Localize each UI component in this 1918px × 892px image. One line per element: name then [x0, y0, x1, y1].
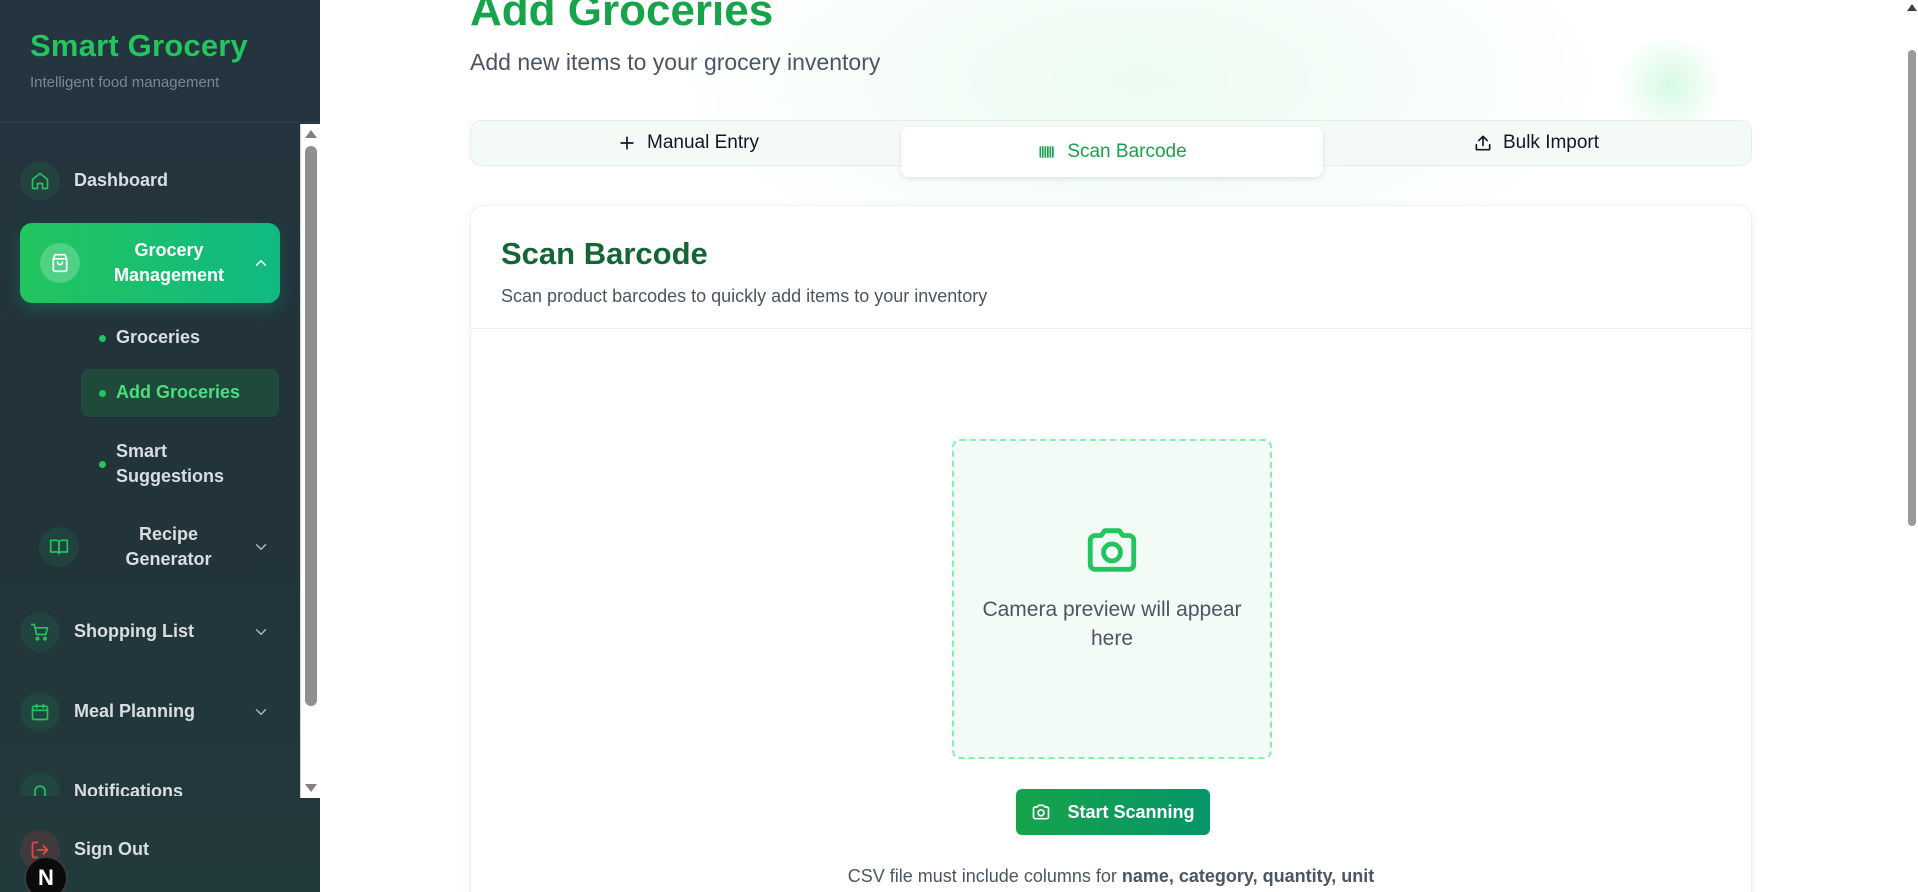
bullet-dot [99, 460, 106, 468]
scroll-down-arrow-icon[interactable] [305, 784, 317, 792]
chevron-up-icon[interactable] [252, 254, 270, 272]
sign-out-label: Sign Out [74, 839, 149, 860]
camera-preview: Camera preview will appear here [952, 439, 1272, 759]
brand: Smart Grocery Intelligent food managemen… [30, 28, 248, 91]
sidebar-scrollbar[interactable] [300, 124, 320, 798]
tab-scan-barcode[interactable]: Scan Barcode [901, 127, 1323, 177]
bell-icon [20, 772, 60, 796]
entry-tabs: Manual Entry Scan Barcode Bulk Import [470, 120, 1752, 177]
sidebar-subitem-add-groceries[interactable]: Add Groceries [81, 369, 279, 417]
divider [0, 122, 320, 123]
cart-icon [20, 612, 60, 652]
scroll-up-arrow-icon[interactable] [1907, 4, 1917, 11]
nextjs-badge-icon[interactable]: N [24, 856, 68, 892]
csv-note: CSV file must include columns for name, … [471, 866, 1751, 887]
chevron-down-icon[interactable] [252, 703, 270, 721]
upload-icon [1475, 135, 1491, 151]
shopping-bag-icon [40, 243, 80, 283]
sidebar-item-label: Notifications [74, 781, 184, 796]
sidebar-item-label: Recipe Generator [125, 523, 212, 569]
sidebar-item-label: Meal Planning [74, 701, 196, 722]
plus-icon [620, 136, 634, 150]
card-title: Scan Barcode [501, 236, 708, 271]
sidebar-item-meal-planning[interactable]: Meal Planning [20, 685, 280, 739]
sidebar-subitem-label: Smart Suggestions [116, 440, 225, 486]
sidebar-item-label: Grocery Management [113, 239, 225, 285]
sidebar-item-label: Dashboard [74, 170, 169, 191]
camera-icon [1087, 527, 1137, 572]
book-icon [39, 527, 79, 567]
camera-icon [1033, 804, 1050, 820]
sidebar-subitem-groceries[interactable]: Groceries [81, 314, 279, 362]
brand-title[interactable]: Smart Grocery [30, 28, 248, 64]
page-title: Add Groceries [470, 0, 774, 35]
tab-label: Bulk Import [1502, 132, 1600, 153]
sidebar-item-recipe-generator[interactable]: Recipe Generator [20, 507, 280, 587]
chevron-down-icon[interactable] [252, 538, 270, 556]
sidebar-item-label: Shopping List [74, 621, 194, 642]
main-scrollbar[interactable] [1906, 0, 1918, 892]
main-content: Add Groceries Add new items to your groc… [320, 0, 1918, 892]
sidebar: Smart Grocery Intelligent food managemen… [0, 0, 320, 892]
scroll-up-arrow-icon[interactable] [305, 130, 317, 138]
sidebar-subitem-label: Add Groceries [116, 382, 241, 403]
tab-bulk-import[interactable]: Bulk Import [1325, 121, 1747, 165]
barcode-icon [1039, 146, 1054, 158]
sidebar-item-shopping-list[interactable]: Shopping List [20, 605, 280, 659]
sidebar-nav: Dashboard Grocery Management Groceries A… [0, 124, 300, 796]
tab-label: Manual Entry [647, 132, 759, 153]
decorative-glow [1610, 40, 1730, 130]
tab-label: Scan Barcode [1067, 141, 1187, 162]
scan-barcode-card: Scan Barcode Scan product barcodes to qu… [470, 205, 1752, 892]
sidebar-item-grocery-management[interactable]: Grocery Management [20, 223, 280, 303]
brand-subtitle: Intelligent food management [30, 74, 220, 91]
start-scanning-label: Start Scanning [1067, 801, 1195, 822]
start-scanning-button[interactable]: Start Scanning [1016, 789, 1210, 835]
divider [471, 328, 1751, 329]
camera-preview-text: Camera preview will appear here [982, 597, 1242, 650]
card-subtitle: Scan product barcodes to quickly add ite… [501, 286, 988, 306]
sidebar-subitem-smart-suggestions[interactable]: Smart Suggestions [81, 429, 279, 499]
sidebar-subitem-label: Groceries [116, 327, 201, 348]
tab-manual-entry[interactable]: Manual Entry [477, 121, 899, 165]
bullet-dot [99, 389, 106, 397]
chevron-down-icon[interactable] [252, 623, 270, 641]
scrollbar-thumb[interactable] [305, 146, 317, 706]
csv-note-columns: name, category, quantity, unit [1121, 866, 1375, 886]
sidebar-item-notifications[interactable]: Notifications [20, 765, 280, 796]
sidebar-item-dashboard[interactable]: Dashboard [20, 154, 280, 208]
calendar-icon [20, 692, 60, 732]
scrollbar-thumb[interactable] [1908, 50, 1916, 526]
csv-note-prefix: CSV file must include columns for [847, 866, 1117, 886]
bullet-dot [99, 334, 106, 342]
page-subtitle: Add new items to your grocery inventory [470, 49, 881, 75]
home-icon [20, 161, 60, 201]
